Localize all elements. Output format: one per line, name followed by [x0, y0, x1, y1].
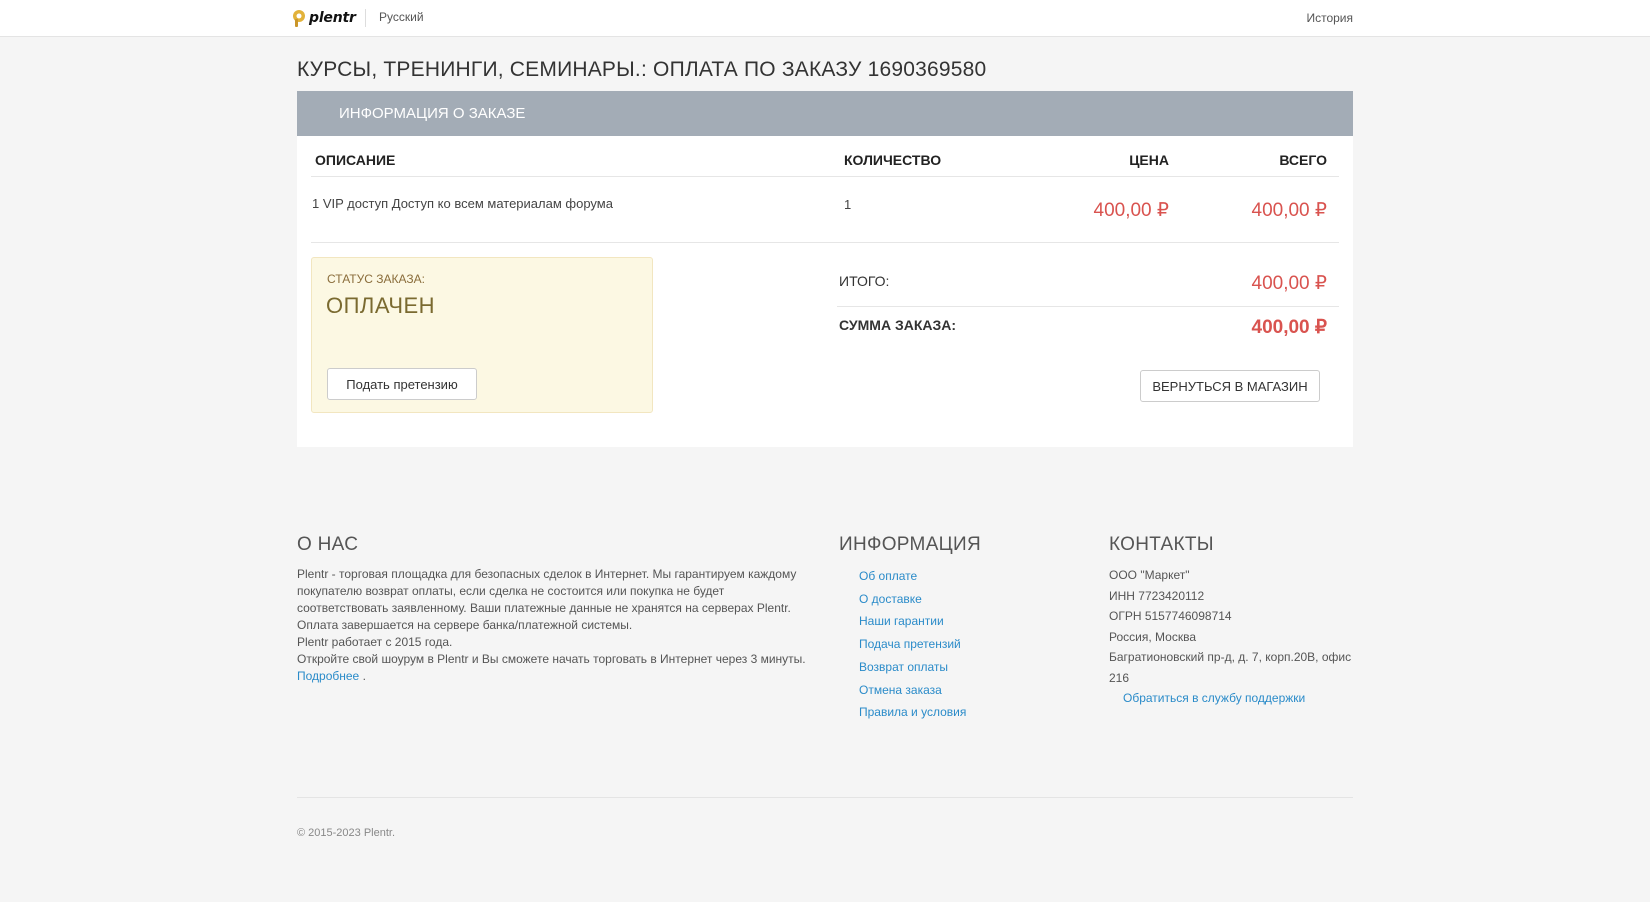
list-item: Отмена заказа: [859, 679, 1059, 702]
about-more-suffix: .: [359, 669, 366, 683]
list-item: Возврат оплаты: [859, 656, 1059, 679]
item-price: 400,00 ₽: [1093, 200, 1169, 221]
footer-link-guarantees[interactable]: Наши гарантии: [859, 614, 944, 628]
language-selector[interactable]: Русский: [379, 10, 424, 24]
order-status-box: СТАТУС ЗАКАЗА: ОПЛАЧЕН Подать претензию: [311, 257, 653, 413]
page-title: КУРСЫ, ТРЕНИНГИ, СЕМИНАРЫ.: ОПЛАТА ПО ЗА…: [297, 58, 987, 81]
about-text-1: Plentr - торговая площадка для безопасны…: [297, 567, 797, 632]
site-logo[interactable]: plentr: [292, 9, 356, 27]
list-item: Об оплате: [859, 565, 1059, 588]
footer-info: ИНФОРМАЦИЯ Об оплате О доставке Наши гар…: [839, 534, 1059, 724]
footer-link-delivery[interactable]: О доставке: [859, 592, 922, 606]
footer-about-text: Plentr - торговая площадка для безопасны…: [297, 566, 817, 685]
list-item: О доставке: [859, 588, 1059, 611]
order-status-label: СТАТУС ЗАКАЗА:: [327, 272, 425, 286]
footer-info-links: Об оплате О доставке Наши гарантии Подач…: [839, 565, 1059, 724]
copyright: © 2015-2023 Plentr.: [297, 827, 396, 839]
logo-text: plentr: [309, 10, 356, 26]
item-quantity: 1: [844, 197, 852, 212]
item-description: 1 VIP доступ Доступ ко всем материалам ф…: [312, 196, 613, 211]
about-text-3: Откройте свой шоурум в Plentr и Вы сможе…: [297, 652, 806, 666]
order-panel-title: ИНФОРМАЦИЯ О ЗАКАЗЕ: [297, 91, 1353, 136]
footer-link-terms[interactable]: Правила и условия: [859, 705, 966, 719]
footer-link-cancel[interactable]: Отмена заказа: [859, 683, 942, 697]
contact-company: ООО "Маркет": [1109, 568, 1190, 582]
column-header-description: ОПИСАНИЕ: [315, 152, 396, 168]
footer-divider: [297, 797, 1353, 798]
order-status-value: ОПЛАЧЕН: [326, 293, 436, 318]
column-header-price: ЦЕНА: [1129, 152, 1169, 168]
return-to-shop-button[interactable]: ВЕРНУТЬСЯ В МАГАЗИН: [1140, 370, 1320, 402]
list-item: Подача претензий: [859, 633, 1059, 656]
grand-total-value: 400,00 ₽: [1251, 317, 1327, 338]
contact-city: Россия, Москва: [1109, 629, 1196, 644]
footer-link-refund[interactable]: Возврат оплаты: [859, 660, 948, 674]
nav-divider: [365, 9, 366, 27]
subtotal-value: 400,00 ₽: [1251, 273, 1327, 294]
list-item: Правила и условия: [859, 701, 1059, 724]
contact-ogrn: ОГРН 5157746098714: [1109, 609, 1232, 623]
top-navbar: plentr Русский История: [0, 0, 1650, 37]
footer-link-payment[interactable]: Об оплате: [859, 569, 917, 583]
contact-address: Багратионовский пр-д, д. 7, корп.20В, оф…: [1109, 650, 1352, 685]
column-header-quantity: КОЛИЧЕСТВО: [844, 152, 942, 168]
submit-claim-button[interactable]: Подать претензию: [327, 368, 477, 400]
grand-total-label: СУММА ЗАКАЗА:: [839, 317, 957, 333]
contact-inn: ИНН 7723420112: [1109, 588, 1205, 603]
footer-info-title: ИНФОРМАЦИЯ: [839, 534, 981, 555]
summary-divider: [837, 306, 1339, 307]
footer-about: О НАС Plentr - торговая площадка для без…: [297, 534, 817, 685]
subtotal-label: ИТОГО:: [839, 273, 890, 289]
footer-about-title: О НАС: [297, 534, 359, 555]
footer-link-claims[interactable]: Подача претензий: [859, 637, 961, 651]
footer-contacts: КОНТАКТЫ ООО "Маркет" ИНН 7723420112 ОГР…: [1109, 534, 1357, 708]
column-header-total: ВСЕГО: [1279, 152, 1327, 168]
plentr-logo-icon: [293, 10, 305, 27]
about-text-2: Plentr работает с 2015 года.: [297, 635, 453, 649]
footer-contacts-title: КОНТАКТЫ: [1109, 534, 1214, 555]
support-link[interactable]: Обратиться в службу поддержки: [1123, 688, 1357, 708]
history-link[interactable]: История: [1306, 11, 1353, 25]
item-total: 400,00 ₽: [1251, 200, 1327, 221]
table-divider: [311, 242, 1339, 243]
list-item: Наши гарантии: [859, 610, 1059, 633]
order-panel: ИНФОРМАЦИЯ О ЗАКАЗЕ ОПИСАНИЕ КОЛИЧЕСТВО …: [297, 91, 1353, 447]
table-divider: [311, 176, 1339, 177]
about-more-link[interactable]: Подробнее: [297, 669, 359, 683]
